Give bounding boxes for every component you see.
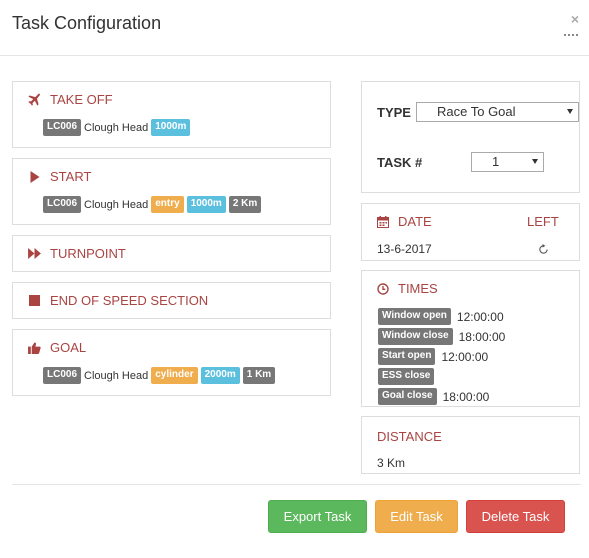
modal-header: Task Configuration × [0, 0, 589, 56]
radius-badge: 1 Km [242, 367, 276, 384]
waypoint-badge: LC006 [43, 196, 82, 213]
goal-close-badge: Goal close [378, 388, 437, 405]
fast-forward-icon [27, 247, 41, 261]
date-label: DATE [398, 214, 432, 229]
waypoint-name: Clough Head [84, 369, 149, 382]
time-row-window-open: Window open 12:00:00 [378, 308, 504, 325]
window-open-value: 12:00:00 [456, 309, 504, 324]
task-number-value: 1 [492, 154, 500, 169]
type-select-value: Race To Goal [437, 104, 516, 119]
time-row-window-close: Window close 18:00:00 [378, 328, 505, 345]
left-label: LEFT [527, 214, 559, 229]
takeoff-label: TAKE OFF [50, 92, 113, 107]
refresh-icon[interactable] [538, 242, 550, 254]
takeoff-panel: TAKE OFF LC006 Clough Head 1000m [12, 81, 331, 148]
date-panel: DATE LEFT 13-6-2017 [361, 203, 580, 261]
time-row-start-open: Start open 12:00:00 [378, 348, 488, 365]
distance-value: 3 Km [377, 456, 406, 470]
start-open-badge: Start open [378, 348, 436, 365]
delete-task-button[interactable]: Delete Task [466, 500, 565, 533]
thumbs-up-icon [27, 341, 41, 355]
edit-task-button[interactable]: Edit Task [375, 500, 458, 533]
modal-title: Task Configuration [12, 13, 162, 33]
goal-label: GOAL [50, 340, 87, 355]
window-close-badge: Window close [378, 328, 453, 345]
radius-badge: 2 Km [228, 196, 262, 213]
plane-icon [27, 93, 41, 107]
altitude-badge: 2000m [200, 367, 240, 384]
calendar-icon [377, 215, 389, 228]
start-open-value: 12:00:00 [441, 349, 489, 364]
time-row-ess-close: ESS close [378, 368, 440, 385]
waypoint-badge: LC006 [43, 367, 82, 384]
chevron-down-icon [567, 109, 573, 114]
export-task-button[interactable]: Export Task [268, 500, 367, 533]
footer-divider [12, 484, 581, 485]
waypoint-name: Clough Head [84, 121, 149, 134]
task-number-label: TASK # [377, 155, 423, 170]
close-icon[interactable]: × [571, 12, 579, 26]
date-value: 13-6-2017 [377, 242, 432, 256]
times-panel: TIMES Window open 12:00:00 Window close … [361, 270, 580, 407]
takeoff-details: LC006 Clough Head 1000m [43, 119, 193, 136]
waypoint-name: Clough Head [84, 198, 149, 211]
goal-details: LC006 Clough Head cylinder 2000m 1 Km [43, 367, 278, 384]
stop-square-icon [27, 294, 41, 308]
close-underline [564, 34, 578, 36]
start-details: LC006 Clough Head entry 1000m 2 Km [43, 196, 264, 213]
settings-panel: TYPE Race To Goal TASK # 1 [361, 81, 580, 193]
chevron-down-icon [532, 159, 538, 164]
play-icon [27, 170, 41, 184]
time-row-goal-close: Goal close 18:00:00 [378, 388, 489, 405]
goal-close-value: 18:00:00 [442, 389, 490, 404]
task-number-select[interactable]: 1 [471, 152, 544, 172]
distance-label: DISTANCE [377, 429, 442, 444]
distance-panel: DISTANCE 3 Km [361, 416, 580, 474]
type-badge: cylinder [151, 367, 198, 384]
goal-panel: GOAL LC006 Clough Head cylinder 2000m 1 … [12, 329, 331, 396]
ess-label: END OF SPEED SECTION [50, 293, 209, 308]
turnpoint-label: TURNPOINT [50, 246, 126, 261]
waypoint-badge: LC006 [43, 119, 82, 136]
turnpoint-panel[interactable]: TURNPOINT [12, 235, 331, 272]
ess-panel[interactable]: END OF SPEED SECTION [12, 282, 331, 319]
altitude-badge: 1000m [186, 196, 226, 213]
type-badge: entry [151, 196, 184, 213]
window-close-value: 18:00:00 [458, 329, 506, 344]
window-open-badge: Window open [378, 308, 451, 325]
start-panel: START LC006 Clough Head entry 1000m 2 Km [12, 158, 331, 225]
start-label: START [50, 169, 92, 184]
type-label: TYPE [377, 105, 411, 120]
altitude-badge: 1000m [151, 119, 191, 136]
ess-close-badge: ESS close [378, 368, 435, 385]
times-label: TIMES [398, 281, 438, 296]
clock-icon [377, 282, 389, 295]
type-select[interactable]: Race To Goal [416, 102, 579, 122]
